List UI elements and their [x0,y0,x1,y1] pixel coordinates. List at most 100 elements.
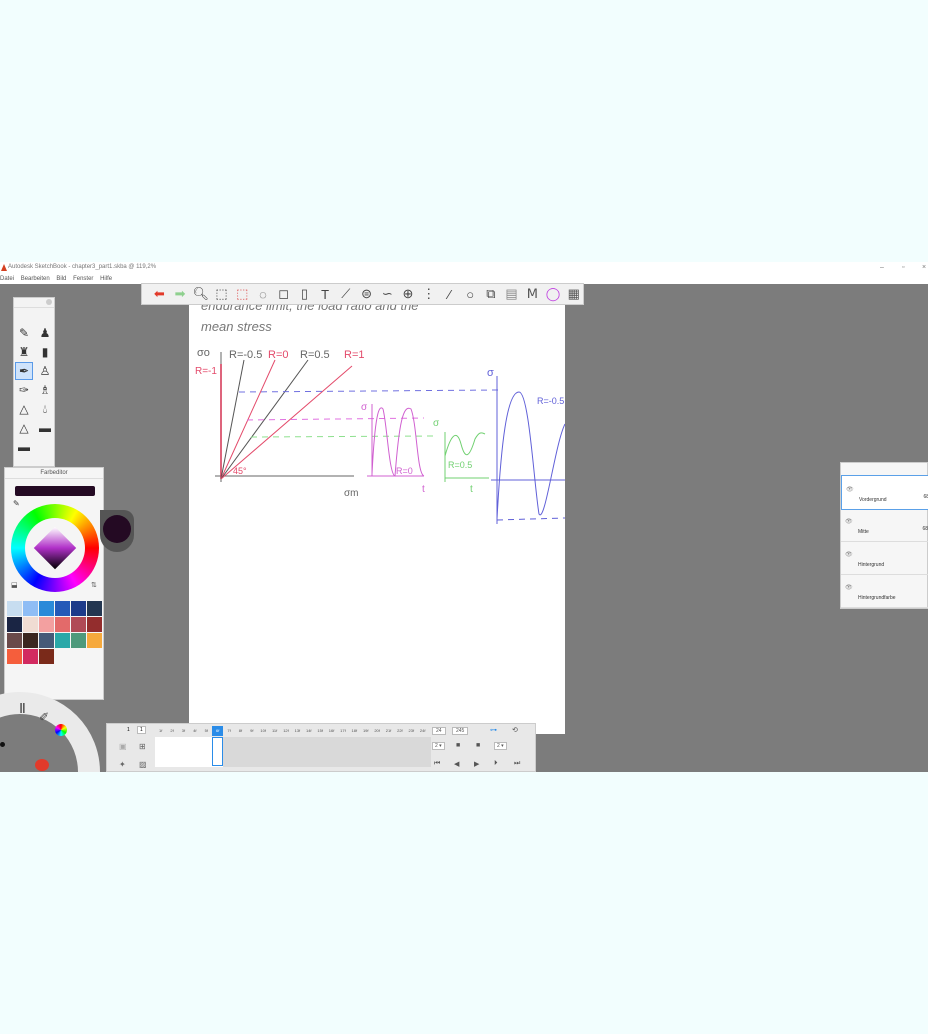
visibility-eye-icon[interactable]: 👁︎ [845,584,853,591]
ruler-icon[interactable]: ⟋ [336,285,355,303]
color-swatch[interactable] [87,601,102,616]
line-icon[interactable]: ⁄ [440,285,459,303]
frame-tick[interactable]: 21f [383,726,394,736]
frame-tick[interactable]: 15f [314,726,325,736]
total-frames-field[interactable]: 245 [452,727,469,735]
frame-tick[interactable]: 22f [394,726,405,736]
brush-ink-pen-icon[interactable]: ✑ [15,381,33,399]
frame-tick[interactable]: 6f [211,726,224,736]
frame-tick[interactable]: 13f [292,726,303,736]
frame-tick[interactable]: 23f [406,726,417,736]
color-swatch[interactable] [7,617,22,632]
frame-tick[interactable]: 24f [417,726,428,736]
frame-tick[interactable]: 1f [155,726,166,736]
symmetry-icon[interactable]: ⋮ [419,285,438,303]
menu-edit[interactable]: Bearbeiten [21,276,50,282]
brush-marker-icon[interactable]: ♜ [15,343,33,361]
brush-smudge-icon[interactable]: △ [15,400,33,418]
close-icon[interactable] [46,299,52,305]
visibility-eye-icon[interactable]: 👁︎ [845,551,853,558]
text-icon[interactable]: T [316,285,335,303]
color-swatch[interactable] [23,617,38,632]
color-swatch[interactable] [39,649,54,664]
loop-icon[interactable]: ⟲ [512,726,518,734]
frame-tick[interactable]: 2f [166,726,177,736]
add-layer-icon[interactable]: ▣ [119,742,127,751]
settings-sliders-icon[interactable]: ⇅ [91,581,97,589]
brush-icon[interactable]: ✐ [39,710,49,724]
restore-button[interactable]: ▫ [902,264,904,271]
color-swatch[interactable] [71,617,86,632]
color-swatch[interactable] [23,633,38,648]
menu-help[interactable]: Hilfe [100,276,112,282]
brush-eraser-icon[interactable]: ▬ [15,438,33,456]
minimize-button[interactable]: – [880,264,884,271]
brush-library-icon[interactable]: Ⅿ [523,285,542,303]
color-swatch[interactable] [7,601,22,616]
brush-chisel-icon[interactable]: ▮ [36,343,54,361]
end-frame[interactable]: 1 [137,726,146,734]
frame-left-icon[interactable]: ■ [456,742,460,749]
frame-tick[interactable]: 7f [223,726,234,736]
magic-icon[interactable]: ✦ [119,760,126,769]
color-swatch[interactable] [87,617,102,632]
layer-item[interactable]: 👁︎ Vordergrund 68 [841,475,928,510]
color-swap-icon[interactable]: ⬓ [11,581,18,589]
visibility-eye-icon[interactable]: 👁︎ [845,518,853,525]
shape-icon[interactable]: ⧉ [482,285,501,303]
color-wheel-icon[interactable]: ◯ [544,285,563,303]
first-frame-icon[interactable]: ⏮ [434,760,440,768]
menu-image[interactable]: Bild [56,276,66,282]
frame-tick[interactable]: 17f [337,726,348,736]
color-swatch[interactable] [55,601,70,616]
brush-blur-icon[interactable]: 💧︎ [36,400,54,418]
color-wheel[interactable] [11,504,99,592]
fps-field[interactable]: 24 [432,727,446,735]
color-swatch[interactable] [7,633,22,648]
next-frame-icon[interactable]: ⏵ [494,760,498,768]
frame-tick[interactable]: 10f [258,726,269,736]
frame-tick[interactable]: 16f [326,726,337,736]
frame-tick[interactable]: 14f [303,726,314,736]
color-swatch[interactable] [55,633,70,648]
onion-skin-icon[interactable]: ⊶ [490,726,497,734]
lagoon-menu[interactable] [0,692,100,772]
frame-tick[interactable]: 9f [246,726,257,736]
brush-properties-icon[interactable]: Ⅱ [19,700,26,717]
prev-frame-icon[interactable]: ◀ [454,760,459,768]
crop-icon[interactable]: ⬚ [233,285,252,303]
lasso-icon[interactable]: ◌ [254,285,273,303]
color-swatch[interactable] [23,649,38,664]
frame-tick[interactable]: 8f [235,726,246,736]
brush-ballpoint-icon[interactable]: ✒ [15,362,33,380]
frame-tick[interactable]: 11f [269,726,280,736]
circle-icon[interactable]: ○ [461,285,480,303]
brush-technical-pen-icon[interactable]: ♙ [36,362,54,380]
redo-icon[interactable]: ➡ [171,285,190,303]
menu-file[interactable]: Datei [0,276,14,282]
color-swatch[interactable] [23,601,38,616]
copic-library-icon[interactable]: ▦ [564,285,583,303]
menu-window[interactable]: Fenster [73,276,93,282]
frame-right-icon[interactable]: ■ [476,742,480,749]
color-icon[interactable] [55,724,67,736]
last-frame-icon[interactable]: ⏭ [514,760,520,768]
brush-airbrush-icon[interactable]: ♟ [36,324,54,342]
hold-left-select[interactable]: 2 ▾ [432,742,445,750]
visibility-eye-icon[interactable]: 👁︎ [846,486,854,493]
color-swatch[interactable] [7,649,22,664]
color-swatch[interactable] [71,633,86,648]
duplicate-icon[interactable]: ▨ [139,760,147,769]
brush-pencil-icon[interactable]: ✎ [15,324,33,342]
color-swatch[interactable] [55,617,70,632]
layer-item[interactable]: 👁︎ Mitte 68 [841,508,928,542]
color-swatch[interactable] [39,633,54,648]
color-swatch[interactable] [39,617,54,632]
brush-eraser-block-icon[interactable]: ▬ [36,419,54,437]
layer-item[interactable]: 👁︎ Hintergrundfarbe [841,574,928,608]
eyedropper-icon[interactable]: ✎ [13,499,20,508]
color-swatch[interactable] [87,633,102,648]
frame-tick[interactable]: 12f [280,726,291,736]
select-icon[interactable]: ⬚ [212,285,231,303]
close-button[interactable]: × [922,264,926,271]
